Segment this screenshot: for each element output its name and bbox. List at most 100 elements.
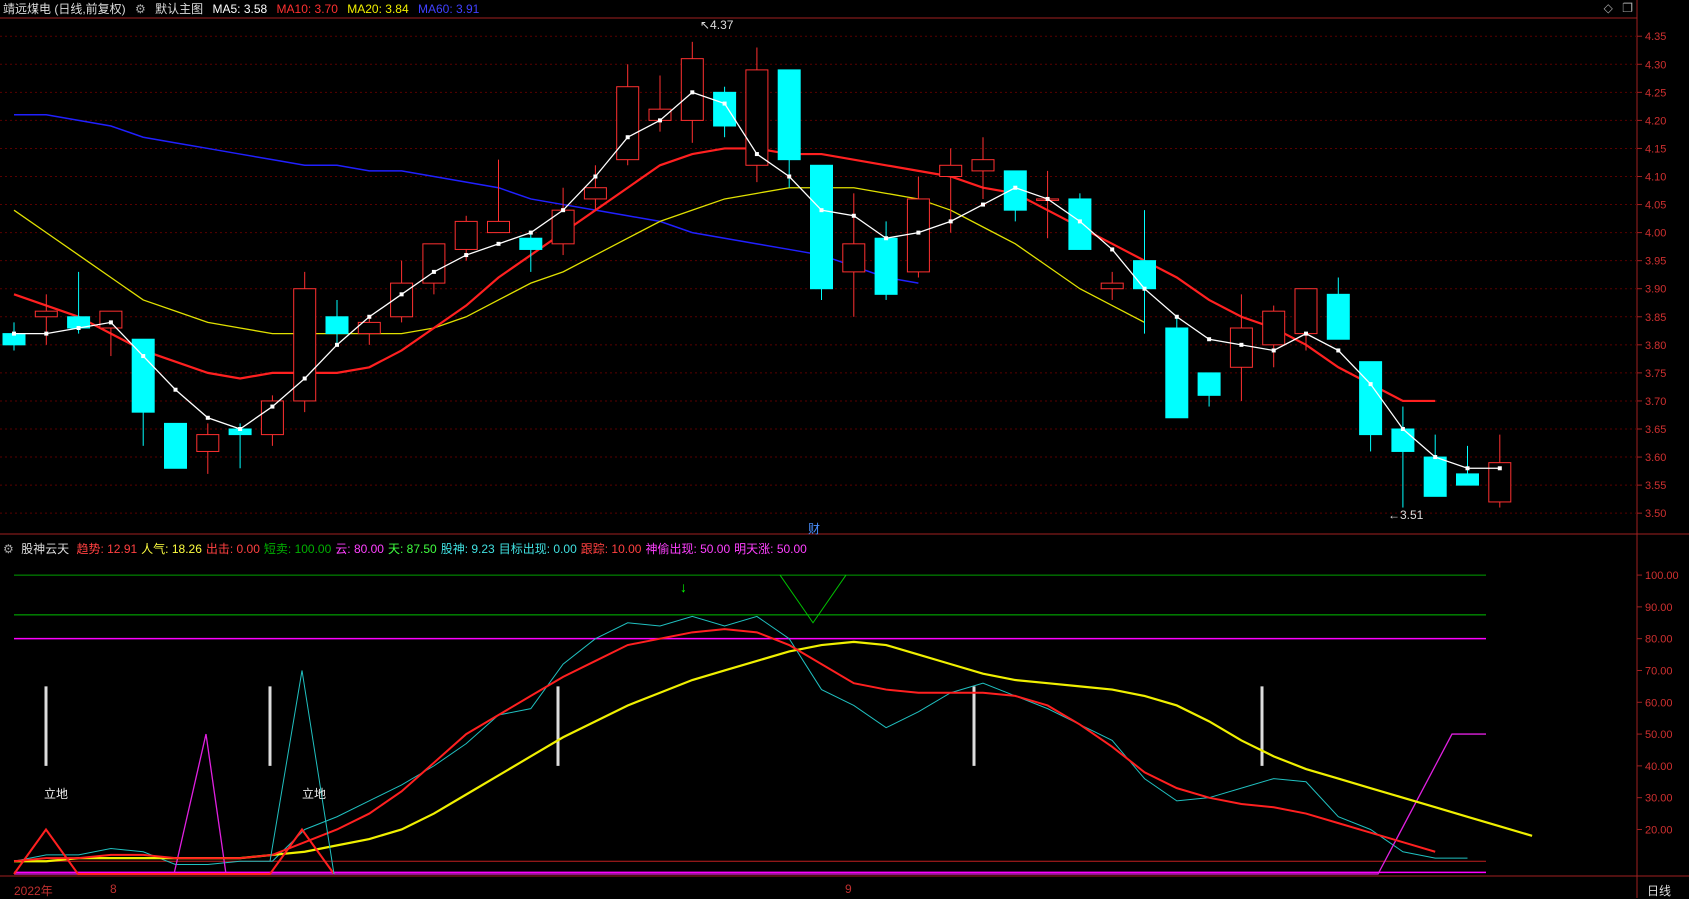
- indicator-value: 股神: 9.23: [440, 542, 495, 556]
- ma5-point: [754, 152, 759, 157]
- date-label-sep: 9: [845, 882, 852, 896]
- candle: [810, 164, 833, 290]
- candle: [1262, 310, 1286, 346]
- y-tick-label: 50.00: [1645, 729, 1673, 741]
- ma5-point: [1400, 427, 1405, 431]
- ma5-point: [1497, 466, 1502, 471]
- series-magenta: [14, 733, 1486, 875]
- candle: [325, 316, 349, 335]
- ma5-point: [238, 427, 243, 431]
- candle: [713, 91, 737, 127]
- indicator-value: 短卖: 100.00: [263, 542, 332, 556]
- ma5-point: [1142, 286, 1147, 291]
- ma5-point: [884, 236, 889, 241]
- ma5-point: [205, 415, 210, 420]
- candle: [1359, 361, 1383, 436]
- ma5-point: [916, 230, 921, 235]
- indicator-value: 明天涨: 50.00: [734, 542, 807, 556]
- finance-marker: 财: [808, 522, 820, 536]
- y-tick-label: 4.10: [1645, 172, 1666, 184]
- ma5-point: [528, 230, 533, 235]
- restore-icon[interactable]: ❐: [1622, 1, 1633, 15]
- candle: [906, 198, 930, 273]
- y-tick-label: 30.00: [1645, 793, 1673, 805]
- ma5-point: [1271, 348, 1276, 353]
- low-annotation: ←3.51: [1388, 508, 1424, 522]
- candle: [99, 310, 123, 329]
- main-chart-name[interactable]: 默认主图: [155, 2, 203, 16]
- candle: [1100, 282, 1124, 290]
- y-tick-label: 60.00: [1645, 697, 1673, 709]
- y-tick-label: 4.25: [1645, 87, 1666, 99]
- candle: [131, 338, 155, 413]
- candle: [1391, 428, 1415, 452]
- short-sell-v: [779, 574, 847, 624]
- stock-chart[interactable]: 3.50 3.55 3.60 3.65 3.70 3.75 3.80 3.85 3.90 3.95…: [0, 0, 1689, 898]
- y-tick-label: 70.00: [1645, 665, 1673, 677]
- candle: [34, 310, 58, 318]
- candle: [1133, 260, 1156, 290]
- ma5-point: [270, 404, 275, 409]
- candle: [164, 422, 187, 469]
- candle: [971, 159, 995, 172]
- diamond-icon[interactable]: ◇: [1604, 1, 1613, 15]
- y-tick-label: 3.50: [1645, 508, 1666, 520]
- candle: [680, 58, 704, 121]
- ma5-point: [1304, 331, 1308, 336]
- y-tick-label: 3.95: [1645, 256, 1666, 268]
- candle: [1229, 327, 1253, 368]
- stock-name[interactable]: 靖远煤电 (日线,前复权): [3, 2, 126, 16]
- candle: [842, 243, 866, 273]
- candle: [1068, 198, 1092, 250]
- ma5-point: [593, 174, 598, 179]
- y-tick-label: 3.80: [1645, 340, 1666, 352]
- gear-icon[interactable]: ⚙: [3, 542, 14, 556]
- y-tick-label: 3.75: [1645, 368, 1666, 380]
- candle: [745, 69, 769, 166]
- ma60-label: MA60: 3.91: [417, 2, 480, 16]
- ma20-line: [13, 187, 1145, 335]
- ma5-point: [819, 208, 824, 213]
- date-label-aug: 8: [110, 882, 117, 896]
- candle: [874, 237, 898, 295]
- candle: [519, 237, 543, 250]
- ma5-point: [787, 174, 792, 179]
- candle: [196, 434, 220, 452]
- candle: [487, 220, 510, 234]
- ma5-point: [44, 331, 49, 336]
- ma5-point: [367, 314, 372, 319]
- candle: [939, 164, 963, 177]
- ma10-label: MA10: 3.70: [276, 2, 338, 16]
- ma5-point: [851, 213, 856, 218]
- series-cyan: [13, 615, 1468, 865]
- ma5-point: [1045, 196, 1050, 201]
- lidi-label: 立地: [302, 786, 326, 801]
- y-tick-label: 3.55: [1645, 480, 1666, 492]
- ma5-point: [431, 269, 436, 274]
- ma5-label: MA5: 3.58: [212, 2, 268, 16]
- ma5-point: [981, 202, 985, 207]
- period-selector[interactable]: 日线: [1647, 882, 1671, 899]
- gear-icon[interactable]: ⚙: [135, 2, 146, 16]
- indicator-value: 人气: 18.26: [141, 542, 202, 556]
- y-tick-label: 20.00: [1645, 824, 1673, 836]
- ma5-point: [76, 326, 81, 330]
- ma5-point: [625, 135, 630, 140]
- candle: [293, 288, 317, 402]
- y-tick-label: 40.00: [1645, 761, 1673, 773]
- indicator-value: 出击: 0.00: [205, 542, 260, 556]
- ma5-point: [173, 387, 178, 392]
- ma5-point: [1174, 314, 1179, 319]
- ma5-point: [399, 292, 404, 297]
- ma20-label: MA20: 3.84: [347, 2, 409, 16]
- indicator-name[interactable]: 股神云天: [21, 542, 69, 556]
- y-tick-label: 3.90: [1645, 284, 1666, 296]
- candle: [1326, 293, 1350, 340]
- candle: [616, 86, 640, 161]
- y-tick-label: 4.05: [1645, 200, 1666, 212]
- y-tick-label: 3.65: [1645, 424, 1666, 436]
- y-tick-label: 4.15: [1645, 143, 1666, 155]
- ma10-line: [13, 147, 1436, 403]
- ma5-point: [1077, 219, 1082, 224]
- y-tick-label: 80.00: [1645, 634, 1673, 646]
